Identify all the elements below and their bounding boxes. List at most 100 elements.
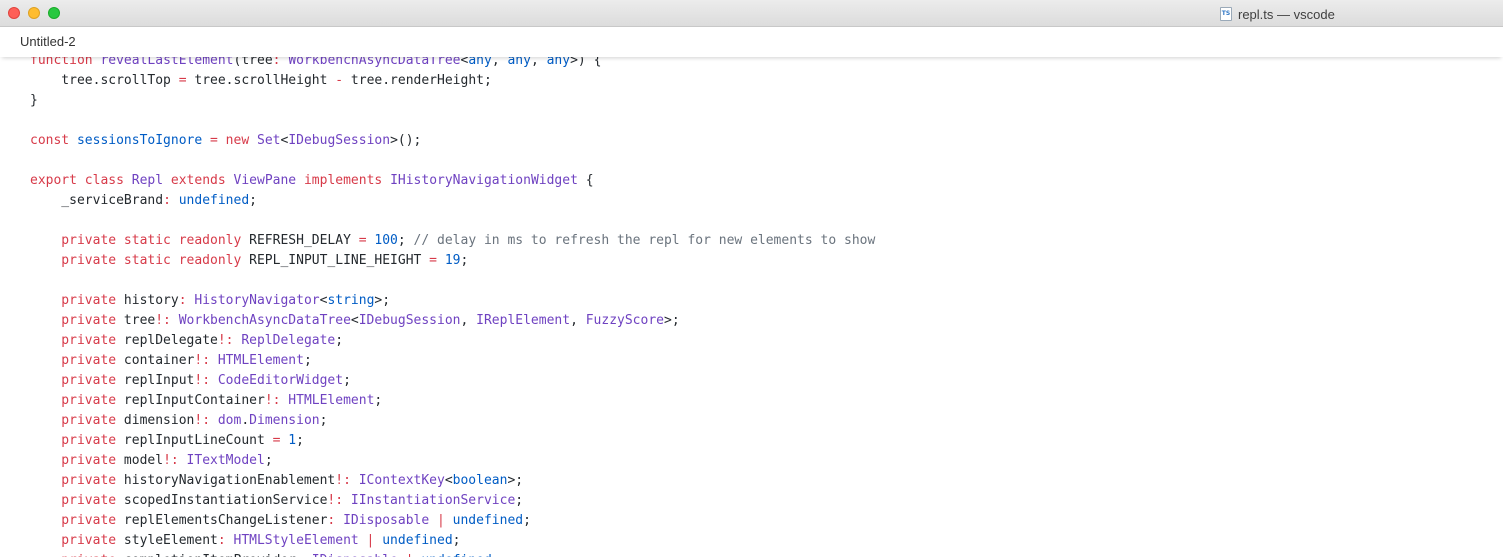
code-token: ; <box>319 413 328 428</box>
code-line[interactable]: } <box>30 91 875 111</box>
code-token: !: <box>194 373 218 388</box>
code-line[interactable]: private model!: ITextModel; <box>30 451 875 471</box>
code-token: tree <box>123 313 156 328</box>
window-title: TS repl.ts — vscode <box>1220 6 1335 22</box>
code-token: !: <box>194 353 218 368</box>
code-token: REFRESH_DELAY <box>249 233 359 248</box>
code-token: dom <box>217 413 242 428</box>
code-token: >; <box>374 293 391 308</box>
code-token: Dimension <box>249 413 320 428</box>
code-token: ReplDelegate <box>241 333 336 348</box>
code-token: IDisposable <box>343 513 430 528</box>
code-token: const <box>30 133 77 148</box>
window-titlebar: TS repl.ts — vscode <box>0 0 1503 27</box>
code-token: IDebugSession <box>358 313 461 328</box>
code-token: private <box>30 393 124 408</box>
code-token: , <box>570 313 586 328</box>
code-token: export class <box>30 173 132 188</box>
code-line[interactable]: private container!: HTMLElement; <box>30 351 875 371</box>
typescript-file-icon: TS <box>1220 7 1232 21</box>
code-token: = <box>358 233 367 248</box>
code-token: !: <box>327 493 351 508</box>
code-token: 19 <box>444 253 461 268</box>
code-line[interactable]: private replElementsChangeListener: IDis… <box>30 511 875 531</box>
code-line[interactable]: private replInputLineCount = 1; <box>30 431 875 451</box>
code-token: - <box>335 73 344 88</box>
code-token: | <box>429 513 453 528</box>
code-line[interactable]: private static readonly REPL_INPUT_LINE_… <box>30 251 875 271</box>
window-title-text: repl.ts — vscode <box>1238 6 1335 22</box>
code-token: private <box>30 533 124 548</box>
code-token: private <box>30 313 124 328</box>
code-token: >; <box>664 313 680 328</box>
code-token: private <box>30 513 124 528</box>
code-line[interactable]: tree.scrollTop = tree.scrollHeight - tre… <box>30 71 875 91</box>
code-line[interactable] <box>30 271 875 291</box>
code-line[interactable]: private completionItemProvider: IDisposa… <box>30 551 875 557</box>
code-line[interactable]: export class Repl extends ViewPane imple… <box>30 171 875 191</box>
code-token: replInput <box>123 373 195 388</box>
code-token: ; <box>523 513 531 528</box>
code-line[interactable]: private replInputContainer!: HTMLElement… <box>30 391 875 411</box>
code-token: !: <box>155 313 179 328</box>
code-token: undefined <box>382 533 453 548</box>
code-token: tree.renderHeight; <box>343 73 492 88</box>
code-content[interactable]: function revealLastElement(tree: Workben… <box>30 51 875 557</box>
code-token: ; <box>296 433 304 448</box>
code-token: private <box>30 353 124 368</box>
code-line[interactable]: private history: HistoryNavigator<string… <box>30 291 875 311</box>
code-token: completionItemProvider <box>124 553 296 557</box>
code-line[interactable] <box>30 111 875 131</box>
code-token: { <box>577 173 594 188</box>
code-token: ; <box>460 253 469 268</box>
minimize-window-button[interactable] <box>28 7 40 19</box>
code-token: model <box>123 453 164 468</box>
code-token: private static readonly <box>30 253 250 268</box>
code-token: : <box>163 193 179 208</box>
code-editor[interactable]: function revealLastElement(tree: Workben… <box>0 51 1503 557</box>
code-token: ; <box>335 333 344 348</box>
code-token: HistoryNavigator <box>194 293 320 308</box>
code-line[interactable]: private historyNavigationEnablement!: IC… <box>30 471 875 491</box>
code-token: private <box>30 333 124 348</box>
code-token: private <box>30 373 124 388</box>
code-token: private <box>30 553 124 557</box>
code-line[interactable]: _serviceBrand: undefined; <box>30 191 875 211</box>
code-token: string <box>327 293 375 308</box>
code-token: _serviceBrand <box>30 193 164 208</box>
code-token: FuzzyScore <box>585 313 664 328</box>
code-line[interactable] <box>30 211 875 231</box>
code-token: = <box>429 253 437 268</box>
code-line[interactable]: private dimension!: dom.Dimension; <box>30 411 875 431</box>
code-token: IHistoryNavigationWidget <box>390 173 578 188</box>
code-token: ; <box>515 493 524 508</box>
code-token: REPL_INPUT_LINE_HEIGHT <box>249 253 430 268</box>
code-line[interactable] <box>30 151 875 171</box>
code-line[interactable]: private replInput!: CodeEditorWidget; <box>30 371 875 391</box>
code-line[interactable]: const sessionsToIgnore = new Set<IDebugS… <box>30 131 875 151</box>
close-window-button[interactable] <box>8 7 20 19</box>
code-token: = <box>178 73 187 88</box>
code-token: ; <box>492 553 500 557</box>
code-token: boolean <box>452 473 508 488</box>
tab-untitled-2[interactable]: Untitled-2 <box>20 34 76 49</box>
code-token: ; <box>249 193 257 208</box>
code-line[interactable]: private scopedInstantiationService!: IIn… <box>30 491 875 511</box>
code-token: extends <box>163 173 234 188</box>
code-token: < <box>444 473 453 488</box>
code-token: ; <box>374 393 383 408</box>
code-line[interactable]: private tree!: WorkbenchAsyncDataTree<ID… <box>30 311 875 331</box>
code-line[interactable]: private styleElement: HTMLStyleElement |… <box>30 531 875 551</box>
code-token: implements <box>296 173 391 188</box>
code-token: sessionsToIgnore <box>76 133 203 148</box>
code-line[interactable]: private static readonly REFRESH_DELAY = … <box>30 231 875 251</box>
code-line[interactable]: private replDelegate!: ReplDelegate; <box>30 331 875 351</box>
code-token: !: <box>194 413 218 428</box>
code-token: replElementsChangeListener <box>123 513 328 528</box>
code-token: replInputLineCount <box>123 433 273 448</box>
code-token: Repl <box>131 173 164 188</box>
code-token: HTMLElement <box>217 353 304 368</box>
code-token: dimension <box>123 413 195 428</box>
zoom-window-button[interactable] <box>48 7 60 19</box>
